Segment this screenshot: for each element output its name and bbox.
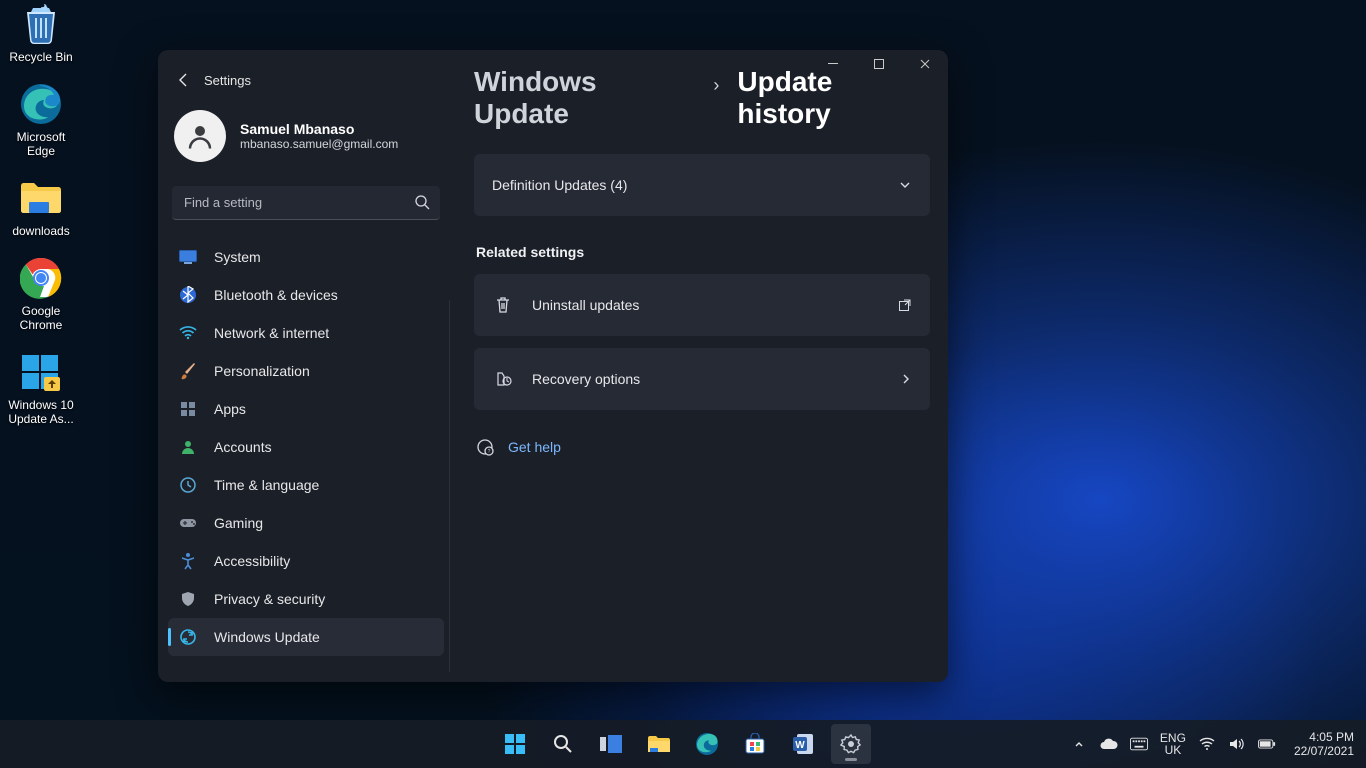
apps-icon bbox=[178, 399, 198, 419]
breadcrumb-parent[interactable]: Windows Update bbox=[474, 66, 695, 130]
accounts-icon bbox=[178, 437, 198, 457]
nav-label: Privacy & security bbox=[214, 591, 325, 607]
nav-system[interactable]: System bbox=[168, 238, 444, 276]
nav-label: Bluetooth & devices bbox=[214, 287, 338, 303]
chrome-icon bbox=[19, 256, 63, 300]
start-button[interactable] bbox=[495, 724, 535, 764]
nav-label: Windows Update bbox=[214, 629, 320, 645]
desktop-icon-label: Recycle Bin bbox=[9, 50, 72, 64]
nav-label: Time & language bbox=[214, 477, 319, 493]
keyboard-icon[interactable] bbox=[1130, 735, 1148, 753]
taskbar-explorer[interactable] bbox=[639, 724, 679, 764]
nav-network[interactable]: Network & internet bbox=[168, 314, 444, 352]
search-icon bbox=[414, 194, 430, 210]
edge-icon bbox=[19, 82, 63, 126]
related-recovery-options[interactable]: Recovery options bbox=[474, 348, 930, 410]
taskbar-taskview[interactable] bbox=[591, 724, 631, 764]
nav-bluetooth[interactable]: Bluetooth & devices bbox=[168, 276, 444, 314]
taskbar-search[interactable] bbox=[543, 724, 583, 764]
desktop-icon-label: Windows 10 Update As... bbox=[8, 398, 73, 426]
profile-block[interactable]: Samuel Mbanaso mbanaso.samuel@gmail.com bbox=[168, 100, 444, 180]
chevron-right-icon bbox=[900, 373, 912, 385]
battery-tray-icon[interactable] bbox=[1258, 735, 1276, 753]
nav-privacy[interactable]: Privacy & security bbox=[168, 580, 444, 618]
taskbar-store[interactable] bbox=[735, 724, 775, 764]
breadcrumb-current: Update history bbox=[737, 66, 930, 130]
language-indicator[interactable]: ENG UK bbox=[1160, 732, 1186, 756]
nav-gaming[interactable]: Gaming bbox=[168, 504, 444, 542]
nav-personalization[interactable]: Personalization bbox=[168, 352, 444, 390]
taskbar-word[interactable]: W bbox=[783, 724, 823, 764]
onedrive-icon[interactable] bbox=[1100, 735, 1118, 753]
taskbar-settings[interactable] bbox=[831, 724, 871, 764]
external-link-icon bbox=[898, 298, 912, 312]
desktop-icon-update-assistant[interactable]: Windows 10 Update As... bbox=[2, 350, 80, 426]
folder-icon bbox=[19, 176, 63, 220]
recycle-bin-icon bbox=[19, 2, 63, 46]
bluetooth-icon bbox=[178, 285, 198, 305]
trash-icon bbox=[492, 294, 514, 316]
recovery-icon bbox=[492, 368, 514, 390]
shield-icon bbox=[178, 589, 198, 609]
chevron-down-icon bbox=[898, 178, 912, 192]
related-label: Uninstall updates bbox=[532, 297, 898, 313]
avatar-icon bbox=[174, 110, 226, 162]
related-heading: Related settings bbox=[476, 244, 930, 260]
volume-tray-icon[interactable] bbox=[1228, 735, 1246, 753]
expander-label: Definition Updates (4) bbox=[492, 177, 898, 193]
desktop-icon-label: Google Chrome bbox=[20, 304, 63, 332]
search-input[interactable] bbox=[172, 186, 440, 220]
related-label: Recovery options bbox=[532, 371, 900, 387]
back-button[interactable] bbox=[172, 68, 196, 92]
get-help-link[interactable]: Get help bbox=[508, 439, 561, 455]
lang-line2: UK bbox=[1160, 744, 1186, 756]
wifi-icon bbox=[178, 323, 198, 343]
tray-overflow-icon[interactable] bbox=[1070, 735, 1088, 753]
clock-time: 4:05 PM bbox=[1294, 730, 1354, 744]
app-title: Settings bbox=[204, 73, 251, 88]
nav-apps[interactable]: Apps bbox=[168, 390, 444, 428]
desktop-icon-downloads[interactable]: downloads bbox=[2, 176, 80, 238]
desktop-icon-label: downloads bbox=[12, 224, 69, 238]
profile-name: Samuel Mbanaso bbox=[240, 121, 398, 137]
nav-label: Accounts bbox=[214, 439, 272, 455]
expander-definition-updates[interactable]: Definition Updates (4) bbox=[474, 154, 930, 216]
profile-email: mbanaso.samuel@gmail.com bbox=[240, 137, 398, 151]
svg-text:?: ? bbox=[488, 449, 491, 455]
accessibility-icon bbox=[178, 551, 198, 571]
system-icon bbox=[178, 247, 198, 267]
brush-icon bbox=[178, 361, 198, 381]
nav-time[interactable]: Time & language bbox=[168, 466, 444, 504]
nav-label: Personalization bbox=[214, 363, 310, 379]
clock-icon bbox=[178, 475, 198, 495]
nav-label: Network & internet bbox=[214, 325, 329, 341]
svg-text:W: W bbox=[795, 740, 805, 751]
gaming-icon bbox=[178, 513, 198, 533]
desktop-icon-edge[interactable]: Microsoft Edge bbox=[2, 82, 80, 158]
chevron-right-icon: › bbox=[713, 75, 719, 96]
taskbar-edge[interactable] bbox=[687, 724, 727, 764]
nav-label: Gaming bbox=[214, 515, 263, 531]
taskbar: W ENG UK 4:05 PM 22/07/2021 bbox=[0, 720, 1366, 768]
windows-update-assistant-icon bbox=[19, 350, 63, 394]
nav-windows-update[interactable]: Windows Update bbox=[168, 618, 444, 656]
settings-window: Settings Samuel Mbanaso mbanaso.samuel@g… bbox=[158, 50, 948, 682]
nav-label: System bbox=[214, 249, 261, 265]
clock-date: 22/07/2021 bbox=[1294, 744, 1354, 758]
nav-accounts[interactable]: Accounts bbox=[168, 428, 444, 466]
wifi-tray-icon[interactable] bbox=[1198, 735, 1216, 753]
update-icon bbox=[178, 627, 198, 647]
desktop-icon-recycle-bin[interactable]: Recycle Bin bbox=[2, 2, 80, 64]
desktop-icon-chrome[interactable]: Google Chrome bbox=[2, 256, 80, 332]
desktop-icon-label: Microsoft Edge bbox=[17, 130, 66, 158]
nav-label: Apps bbox=[214, 401, 246, 417]
nav-label: Accessibility bbox=[214, 553, 290, 569]
clock[interactable]: 4:05 PM 22/07/2021 bbox=[1294, 730, 1354, 758]
nav-accessibility[interactable]: Accessibility bbox=[168, 542, 444, 580]
help-icon: ? bbox=[476, 438, 494, 456]
breadcrumb: Windows Update › Update history bbox=[474, 66, 930, 130]
related-uninstall-updates[interactable]: Uninstall updates bbox=[474, 274, 930, 336]
